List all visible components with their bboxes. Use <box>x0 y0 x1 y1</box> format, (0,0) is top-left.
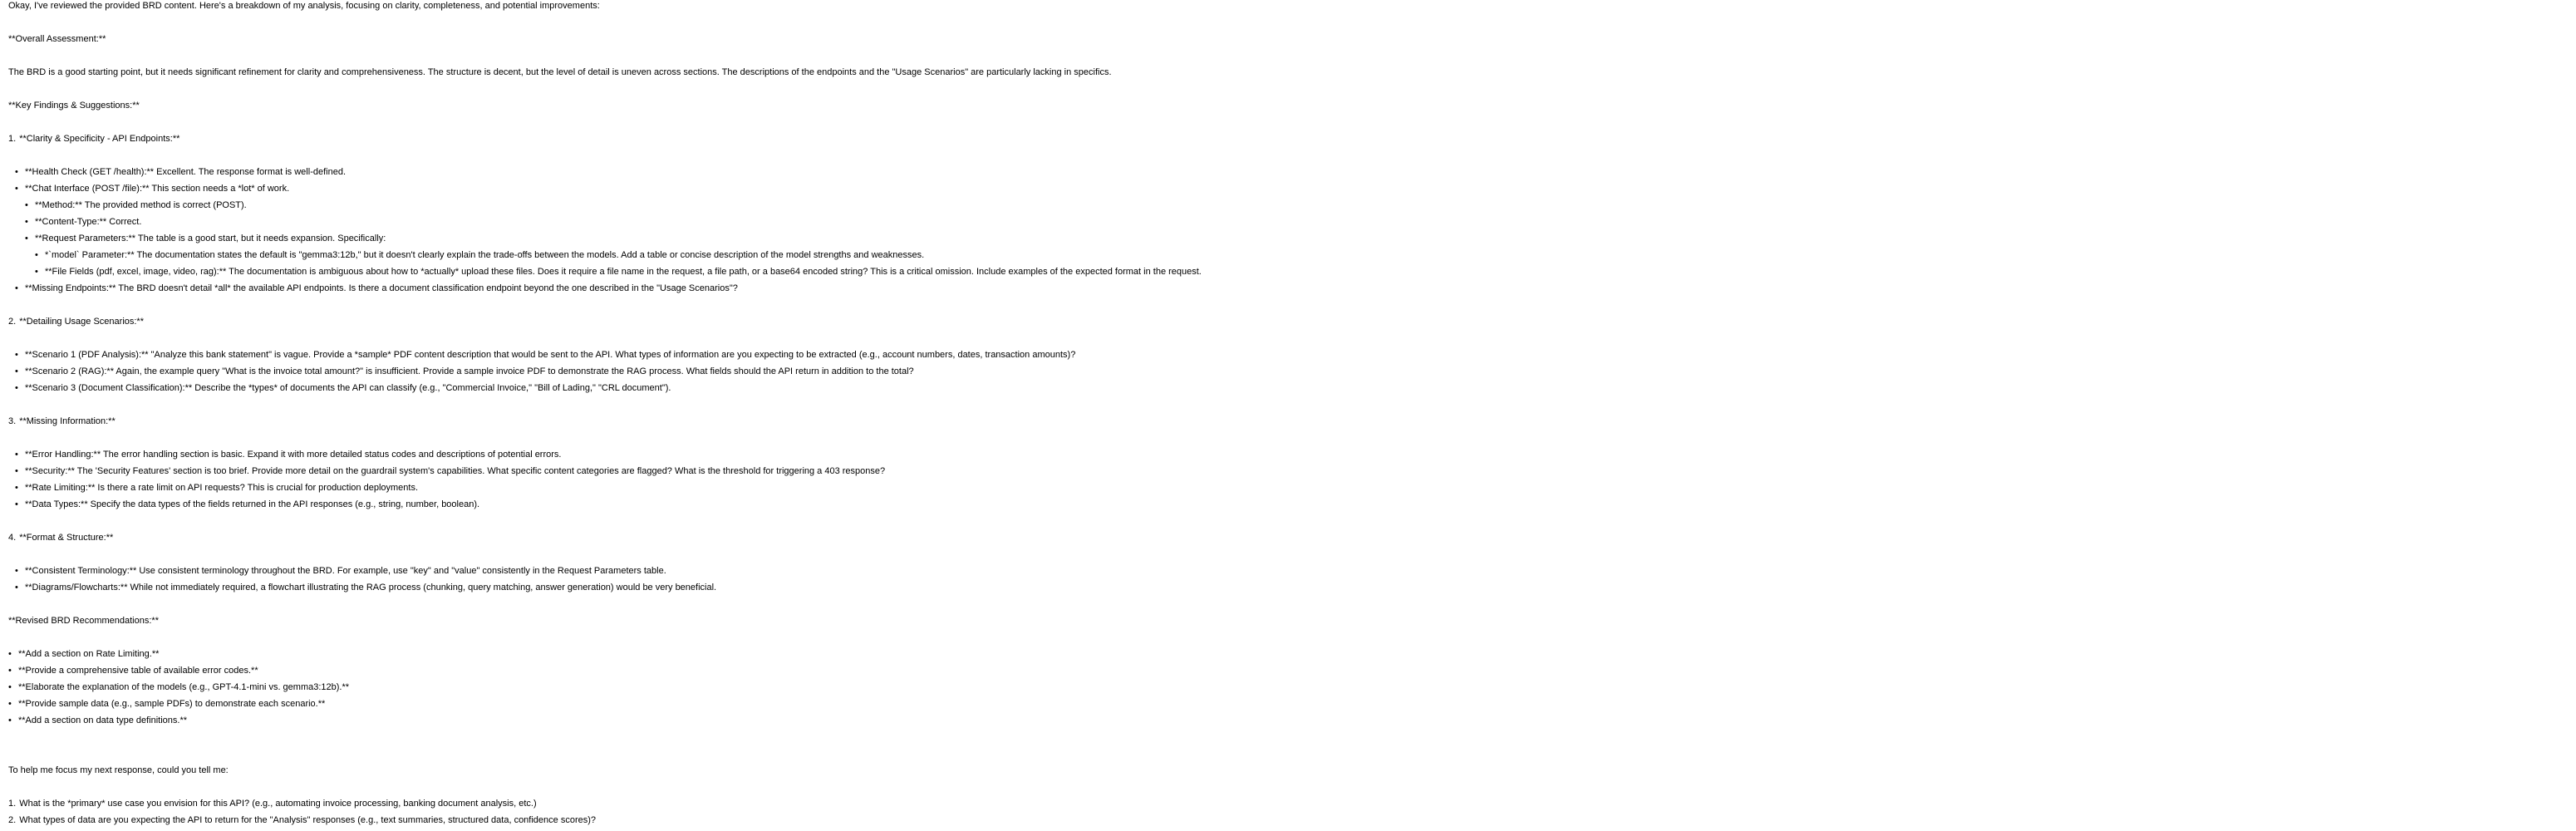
list-item: **Content-Type:** Correct. <box>25 216 141 228</box>
list-item: *`model` Parameter:** The documentation … <box>35 249 924 261</box>
list-item: **Scenario 2 (RAG):** Again, the example… <box>15 366 914 377</box>
followup-intro: To help me focus my next response, could… <box>8 765 229 775</box>
list-item: **Data Types:** Specify the data types o… <box>15 499 479 510</box>
list-item: **Method:** The provided method is corre… <box>25 199 247 211</box>
list-item: **Rate Limiting:** Is there a rate limit… <box>15 482 418 494</box>
question-number: 2. <box>8 815 17 825</box>
section-number: 4. <box>8 533 17 543</box>
list-item: **Provide a comprehensive table of avail… <box>8 665 258 676</box>
list-item: **Error Handling:** The error handling s… <box>15 449 561 460</box>
question-text: What is the *primary* use case you envis… <box>19 799 537 809</box>
list-item: **Add a section on Rate Limiting.** <box>8 648 159 660</box>
findings-heading: **Key Findings & Suggestions:** <box>8 101 140 111</box>
list-item: **Chat Interface (POST /file):** This se… <box>15 183 289 194</box>
question-item: 2. What types of data are you expecting t… <box>8 814 596 826</box>
section-title: **Missing Information:** <box>19 416 116 426</box>
revised-heading: **Revised BRD Recommendations:** <box>8 616 159 626</box>
section-2-title: 2. **Detailing Usage Scenarios:** <box>8 316 144 327</box>
list-item: **Consistent Terminology:** Use consiste… <box>15 565 666 577</box>
list-item: **Diagrams/Flowcharts:** While not immed… <box>15 582 716 593</box>
question-item: 1. What is the *primary* use case you env… <box>8 798 537 809</box>
section-4-title: 4. **Format & Structure:** <box>8 532 113 543</box>
list-item: **Security:** The 'Security Features' se… <box>15 465 885 477</box>
section-title: **Format & Structure:** <box>19 533 114 543</box>
intro-text: Okay, I've reviewed the provided BRD con… <box>8 1 600 11</box>
list-item: **Missing Endpoints:** The BRD doesn't d… <box>15 283 738 294</box>
overall-heading: **Overall Assessment:** <box>8 34 106 44</box>
section-title: **Clarity & Specificity - API Endpoints:… <box>19 134 180 144</box>
list-item: **Scenario 3 (Document Classification):*… <box>15 382 671 394</box>
section-number: 2. <box>8 317 17 327</box>
list-item: **File Fields (pdf, excel, image, video,… <box>35 266 1202 278</box>
section-title: **Detailing Usage Scenarios:** <box>19 317 144 327</box>
section-number: 3. <box>8 416 17 426</box>
section-number: 1. <box>8 134 17 144</box>
list-item: **Add a section on data type definitions… <box>8 715 187 726</box>
list-item: **Provide sample data (e.g., sample PDFs… <box>8 698 325 710</box>
section-3-title: 3. **Missing Information:** <box>8 416 116 427</box>
question-number: 1. <box>8 799 17 809</box>
list-item: **Elaborate the explanation of the model… <box>8 681 349 693</box>
question-text: What types of data are you expecting the… <box>19 815 597 825</box>
section-1-title: 1. **Clarity & Specificity - API Endpoint… <box>8 133 179 145</box>
list-item: **Health Check (GET /health):** Excellen… <box>15 166 346 178</box>
overall-text: The BRD is a good starting point, but it… <box>8 67 1112 77</box>
list-item: **Scenario 1 (PDF Analysis):** "Analyze … <box>15 349 1075 361</box>
list-item: **Request Parameters:** The table is a g… <box>25 233 386 244</box>
